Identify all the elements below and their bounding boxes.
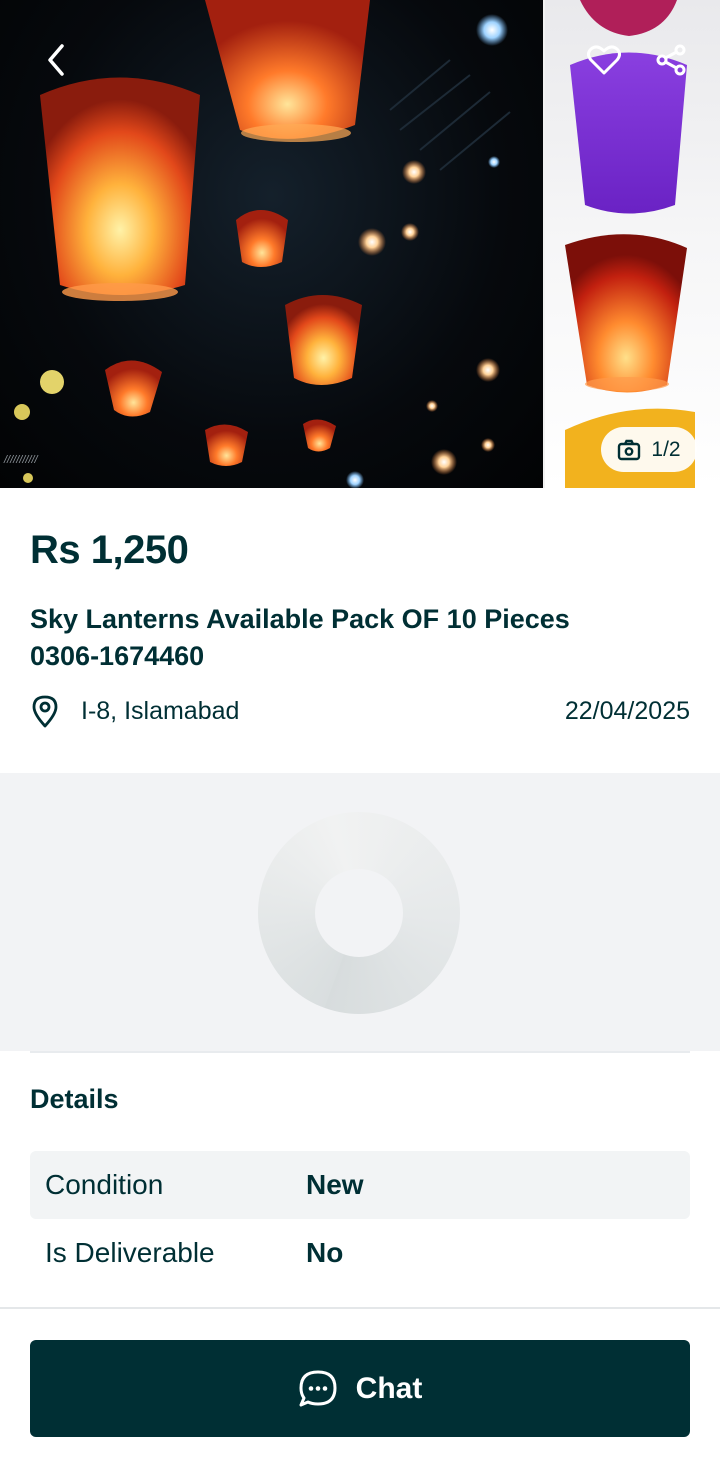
location-pin-icon [32, 695, 58, 728]
details-heading: Details [30, 1084, 119, 1114]
listing-title-line1: Sky Lanterns Available Pack OF 10 Pieces [30, 604, 570, 634]
listing-title-line2: 0306-1674460 [30, 641, 205, 671]
footer-divider [0, 1307, 720, 1309]
share-icon [656, 44, 686, 76]
detail-value: New [306, 1169, 364, 1200]
lanterns-photo-secondary [565, 0, 695, 488]
location-row: I-8, Islamabad 22/04/2025 [30, 691, 690, 731]
svg-text:///////////: /////////// [3, 454, 39, 466]
image-gallery[interactable]: /////////// 1/2 [0, 0, 720, 488]
detail-label: Is Deliverable [45, 1237, 215, 1268]
listing-price: Rs 1,250 [30, 528, 189, 572]
location-text: I-8, Islamabad [81, 696, 240, 725]
lanterns-photo: /////////// [3, 0, 511, 488]
product-photo-main[interactable]: /////////// [0, 0, 543, 488]
product-photo-next[interactable] [545, 0, 720, 488]
chevron-left-icon [48, 44, 64, 76]
image-counter-text: 1/2 [651, 437, 681, 461]
back-button[interactable] [36, 40, 76, 80]
chat-bubble-icon [299, 1370, 337, 1406]
detail-value: No [306, 1237, 344, 1268]
loading-spinner [258, 812, 460, 1014]
image-counter-badge: 1/2 [601, 427, 697, 472]
detail-row-condition: Condition New [30, 1151, 690, 1219]
share-button[interactable] [651, 40, 691, 80]
detail-label: Condition [45, 1169, 164, 1200]
camera-icon [618, 439, 641, 460]
posted-date: 22/04/2025 [564, 696, 690, 725]
favorite-button[interactable] [584, 40, 624, 80]
chat-button[interactable]: Chat [30, 1340, 690, 1437]
chat-button-label: Chat [355, 1371, 423, 1405]
listing-title: Sky Lanterns Available Pack OF 10 Pieces… [30, 601, 650, 675]
detail-row-deliverable: Is Deliverable No [30, 1219, 690, 1287]
divider [30, 1051, 690, 1053]
heart-icon [587, 45, 621, 75]
